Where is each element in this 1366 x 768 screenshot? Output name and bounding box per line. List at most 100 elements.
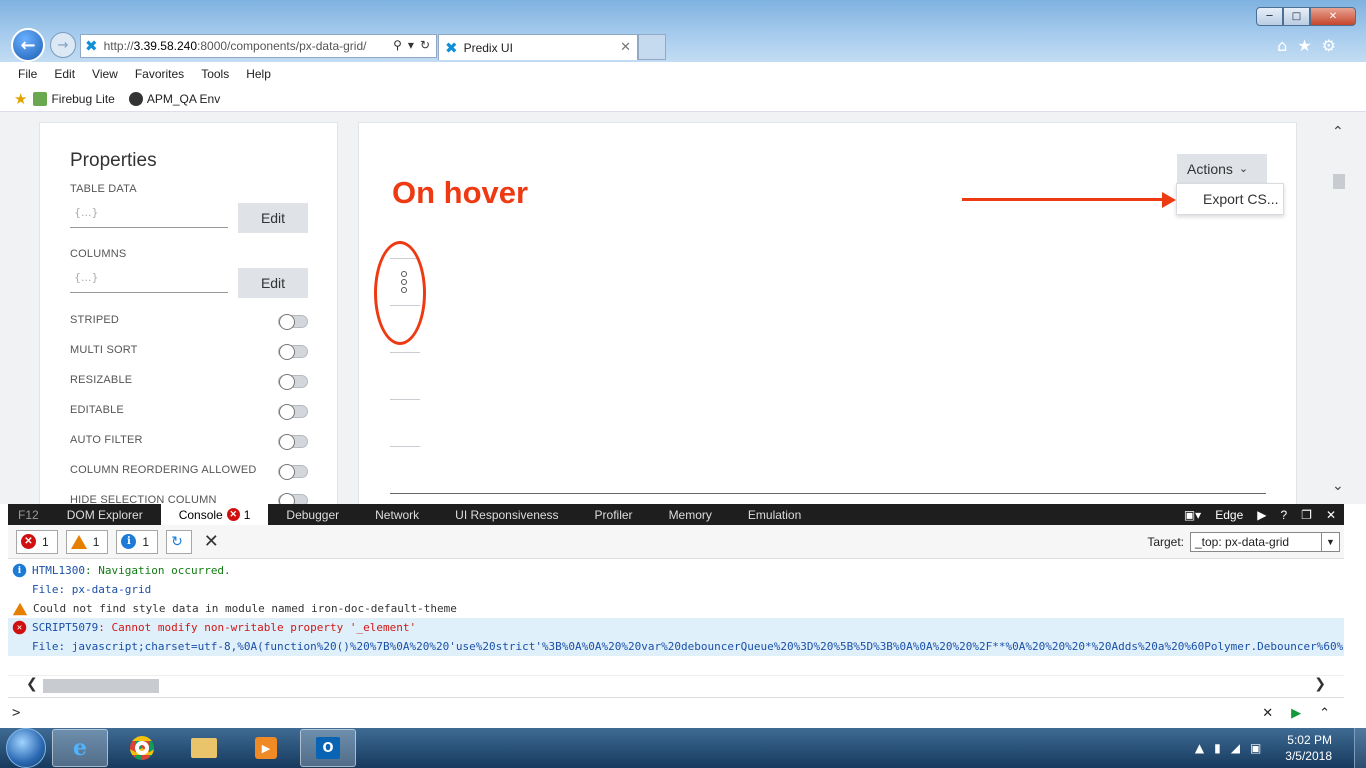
close-devtools-icon[interactable]: ✕ [1326,508,1336,522]
target-selector: Target: _top: px-data-grid ▼ [1147,531,1344,552]
favorite-firebug-lite[interactable]: Firebug Lite [33,91,115,106]
hover-highlight-circle [374,241,426,345]
menu-help[interactable]: Help [246,67,271,81]
menu-tools[interactable]: Tools [201,67,229,81]
gear-icon[interactable]: ⚙ [1322,36,1336,55]
log-file-link[interactable]: File: javascript;charset=utf-8,%0A(funct… [32,640,1344,653]
console-input[interactable]: > ✕ ▶ ⌃ [8,697,1344,728]
start-button[interactable] [6,728,46,768]
taskbar-file-explorer[interactable] [176,729,232,767]
grid-bottom-border [390,493,1266,494]
undock-icon[interactable]: ❐ [1301,508,1312,522]
striped-toggle[interactable] [278,314,308,330]
network-icon[interactable]: ▣ [1250,741,1261,755]
columns-edit-button[interactable]: Edit [238,268,308,298]
clear-input-icon[interactable]: ✕ [1262,706,1273,721]
console-horizontal-scrollbar[interactable]: ❮ ❯ [8,675,1344,695]
multi-sort-toggle[interactable] [278,344,308,360]
dropdown-arrow-icon[interactable]: ▾ [408,38,414,52]
editable-toggle[interactable] [278,404,308,420]
minimize-button[interactable]: ─ [1256,7,1283,26]
taskbar-media-player[interactable]: ▶ [238,729,294,767]
tab-emulation[interactable]: Emulation [730,504,819,525]
taskbar-internet-explorer[interactable]: e [52,729,108,767]
menu-file[interactable]: File [18,67,37,81]
columns-input[interactable]: {...} [70,265,228,293]
hide-selection-toggle[interactable] [278,493,308,504]
favorite-apm-qa-env[interactable]: APM_QA Env [128,91,220,106]
show-desktop-button[interactable] [1354,728,1366,768]
tab-predix-ui[interactable]: ✖ Predix UI ✕ [438,34,638,60]
taskbar-outlook[interactable]: O [300,729,356,767]
warning-icon [70,534,87,549]
add-favorite-icon[interactable]: ★ [14,90,27,108]
clear-on-navigate-button[interactable]: ↻ [166,529,192,554]
home-icon[interactable]: ⌂ [1277,36,1287,55]
expand-input-icon[interactable]: ⌃ [1319,706,1330,721]
close-window-button[interactable]: ✕ [1310,7,1356,26]
log-entry-error[interactable]: ✕ SCRIPT5079 : Cannot modify non-writabl… [8,618,1344,637]
log-entry-file[interactable]: File: javascript;charset=utf-8,%0A(funct… [8,637,1344,656]
forward-button[interactable]: → [50,32,76,58]
volume-icon[interactable]: ◢ [1231,741,1240,755]
browser-mode-label[interactable]: Edge [1215,508,1243,522]
help-icon[interactable]: ? [1280,508,1287,522]
log-file-link[interactable]: File: px-data-grid [32,583,151,596]
menu-view[interactable]: View [92,67,118,81]
close-tab-icon[interactable]: ✕ [620,39,631,55]
tab-favicon-icon: ✖ [445,38,458,57]
new-tab-button[interactable] [638,34,666,60]
device-icon[interactable]: ▮ [1214,741,1221,755]
scrollbar-thumb[interactable] [43,679,159,693]
log-entry-info[interactable]: i HTML1300 : Navigation occurred. [8,561,1344,580]
column-reordering-toggle[interactable] [278,464,308,480]
table-data-edit-button[interactable]: Edit [238,203,308,233]
scroll-down-icon[interactable]: ⌄ [1332,478,1344,494]
scroll-right-icon[interactable]: ❯ [1314,676,1326,692]
multi-sort-label: MULTI SORT [70,344,138,356]
clear-console-icon[interactable]: ✕ [204,531,219,552]
console-toggle-icon[interactable]: ▶ [1257,508,1266,522]
export-csv-menu-item[interactable]: Export CS... [1176,183,1284,215]
grid-row-divider [390,399,420,400]
tab-debugger[interactable]: Debugger [268,504,357,525]
maximize-button[interactable]: □ [1283,7,1310,26]
refresh-icon[interactable]: ↻ [420,38,430,52]
tab-memory[interactable]: Memory [651,504,730,525]
target-dropdown[interactable]: _top: px-data-grid ▼ [1190,531,1340,552]
resizable-toggle[interactable] [278,374,308,390]
scroll-left-icon[interactable]: ❮ [26,676,38,692]
menu-edit[interactable]: Edit [54,67,75,81]
address-bar[interactable]: ✖ http://3.39.58.240:8000/components/px-… [80,34,437,58]
tab-ui-responsiveness[interactable]: UI Responsiveness [437,504,576,525]
tab-dom-explorer[interactable]: DOM Explorer [49,504,161,525]
filter-errors-button[interactable]: ✕ 1 [16,529,58,554]
tab-profiler[interactable]: Profiler [577,504,651,525]
auto-filter-toggle[interactable] [278,434,308,450]
target-value: _top: px-data-grid [1195,534,1290,549]
back-button[interactable]: ← [11,28,45,62]
hover-annotation: On hover [392,175,529,210]
search-icon[interactable]: ⚲ [393,38,402,52]
tab-network[interactable]: Network [357,504,437,525]
favorites-bar: ★ Firebug Lite APM_QA Env [0,86,1366,112]
page-scrollbar[interactable]: ⌃ ⌄ [1332,124,1346,494]
taskbar-chrome[interactable] [114,729,170,767]
log-code: HTML1300 [32,564,85,577]
table-data-input[interactable]: {...} [70,200,228,228]
run-script-icon[interactable]: ▶ [1291,706,1301,721]
filter-info-button[interactable]: i 1 [116,529,159,554]
log-entry-warning[interactable]: Could not find style data in module name… [8,599,1344,618]
log-entry-file[interactable]: File: px-data-grid [8,580,1344,599]
devtools-tab-bar: F12 DOM Explorer Console ✕ 1 Debugger Ne… [8,504,1344,525]
scrollbar-thumb[interactable] [1333,174,1345,189]
system-clock[interactable]: 5:02 PM 3/5/2018 [1285,732,1332,764]
monitor-icon[interactable]: ▣▾ [1184,508,1201,522]
favorites-star-icon[interactable]: ★ [1297,36,1311,55]
show-hidden-icons-icon[interactable]: ▲ [1195,741,1204,755]
menu-favorites[interactable]: Favorites [135,67,184,81]
actions-dropdown-button[interactable]: Actions ⌄ [1177,154,1267,183]
tab-console[interactable]: Console ✕ 1 [160,504,269,525]
scroll-up-icon[interactable]: ⌃ [1332,124,1344,140]
filter-warnings-button[interactable]: 1 [65,529,109,554]
